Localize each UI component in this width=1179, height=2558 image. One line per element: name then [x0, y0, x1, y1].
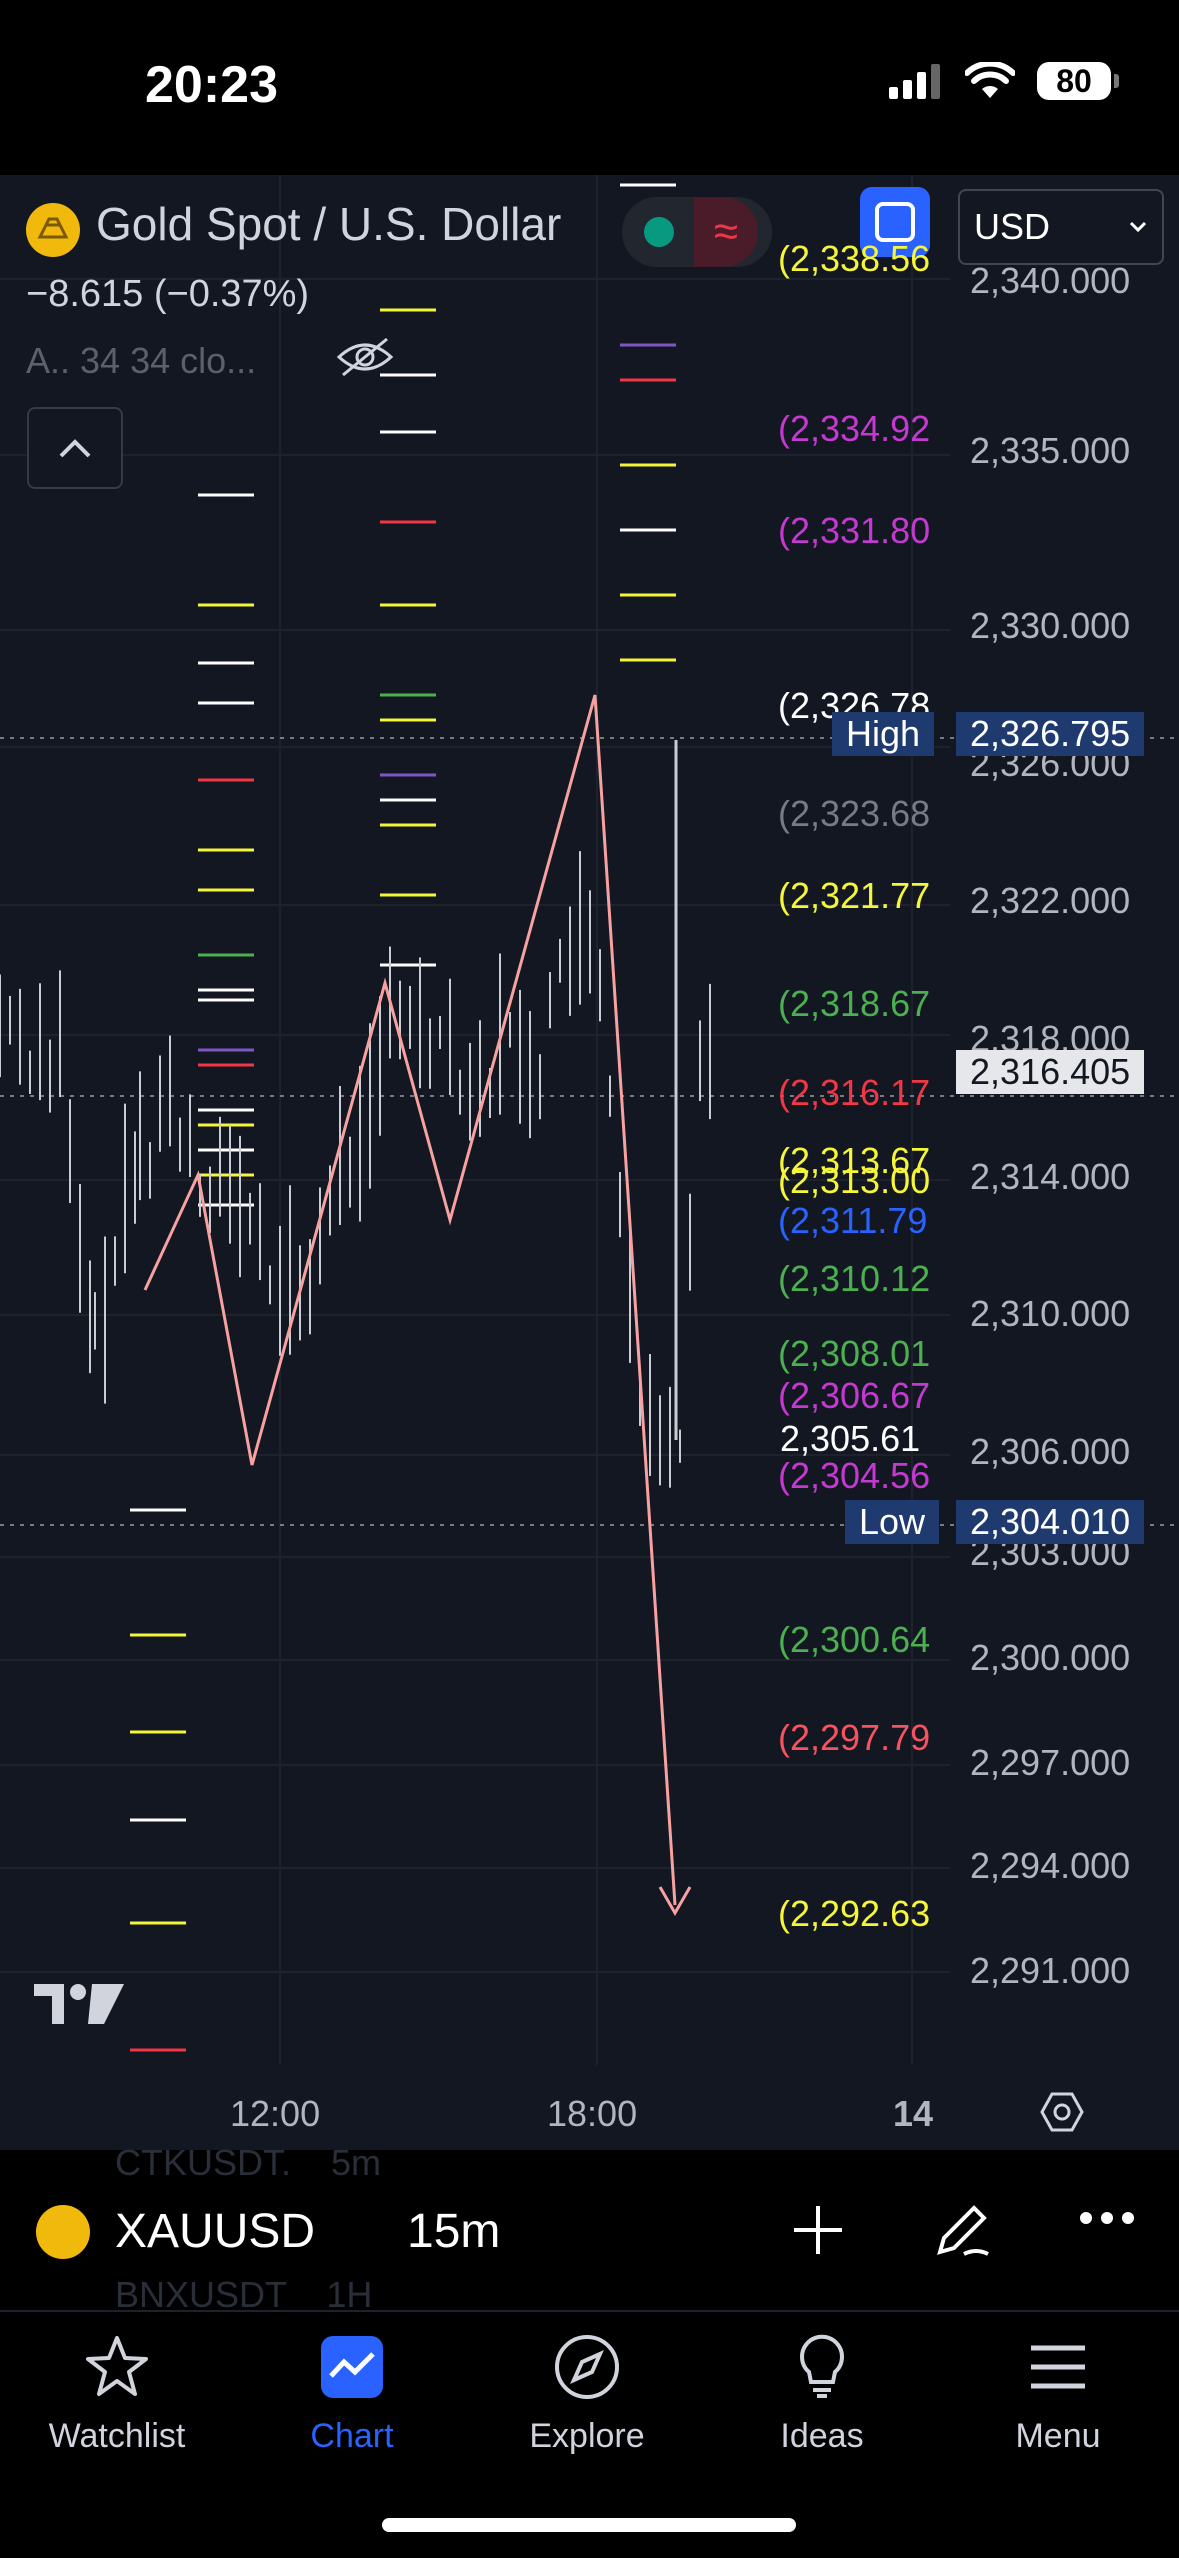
level-label: (2,321.77 — [778, 875, 931, 916]
hamburger-icon — [1031, 2345, 1085, 2389]
level-marks — [130, 183, 676, 2052]
nav-chart[interactable]: Chart — [252, 2332, 452, 2456]
compass-icon — [555, 2335, 619, 2399]
price-tick: 2,310.000 — [970, 1293, 1131, 1334]
price-tick: 2,335.000 — [970, 430, 1131, 471]
level-label: (2,316.17 — [778, 1072, 931, 1113]
nav-label: Watchlist — [48, 2417, 186, 2455]
level-label: (2,331.80 — [778, 510, 931, 551]
nav-label: Menu — [1015, 2417, 1101, 2455]
battery-icon: 80 — [1037, 62, 1119, 100]
more-icon[interactable] — [1078, 2210, 1136, 2231]
level-label: 2,305.61 — [780, 1418, 921, 1459]
level-label: (2,308.01 — [778, 1333, 931, 1374]
nav-label: Explore — [529, 2417, 645, 2455]
price-tick: 2,330.000 — [970, 605, 1131, 646]
price-tick: 2,297.000 — [970, 1742, 1131, 1783]
level-label: (2,323.68 — [778, 793, 931, 834]
level-label: (2,334.92 — [778, 408, 931, 449]
price-tick: 2,314.000 — [970, 1156, 1131, 1197]
time-tick: 18:00 — [547, 2093, 638, 2134]
level-label: (2,297.79 — [778, 1717, 931, 1758]
currency-value: USD — [974, 206, 1051, 247]
star-icon — [86, 2336, 148, 2396]
nav-explore[interactable]: Explore — [487, 2332, 687, 2456]
nav-watchlist[interactable]: Watchlist — [17, 2332, 217, 2456]
currency-select[interactable]: USD — [958, 189, 1164, 265]
candlesticks — [0, 740, 711, 1488]
draw-icon[interactable] — [930, 2198, 994, 2267]
add-icon[interactable] — [790, 2202, 846, 2263]
interval-selector[interactable]: 15m — [407, 2204, 500, 2259]
chart-icon — [321, 2336, 383, 2398]
lightbulb-icon — [800, 2334, 844, 2398]
tradingview-logo-icon — [34, 1980, 126, 2033]
ghost-symbol-top: CTKUSDT. 5m — [115, 2142, 382, 2183]
zigzag-segment — [143, 694, 677, 1906]
symbol-bar: CTKUSDT. 5m BNXUSDT 1H XAUUSD 15m — [0, 2142, 1179, 2315]
time-tick: 14 — [893, 2093, 934, 2134]
level-label: (2,300.64 — [778, 1619, 931, 1660]
level-label: (2,310.12 — [778, 1258, 931, 1299]
indicator-legend[interactable]: A.. 34 34 clo... — [26, 340, 256, 382]
chevron-up-icon — [59, 439, 91, 458]
green-dot-icon — [644, 217, 674, 247]
price-tick: 2,306.000 — [970, 1431, 1131, 1472]
signal-icon — [889, 64, 940, 99]
high-badge-label: High — [832, 712, 935, 756]
level-label: (2,313.00 — [778, 1160, 931, 1201]
nav-menu[interactable]: Menu — [958, 2332, 1158, 2456]
time-tick: 12:00 — [230, 2093, 321, 2134]
gold-logo-icon — [36, 2205, 90, 2259]
nav-label: Ideas — [780, 2417, 864, 2455]
level-label: (2,318.67 — [778, 983, 931, 1024]
status-icons: 80 — [889, 62, 1119, 100]
current-price-badge: 2,316.405 — [956, 1050, 1145, 1094]
battery-level: 80 — [1037, 62, 1111, 100]
wifi-icon — [965, 62, 1015, 98]
price-tick: 2,291.000 — [970, 1950, 1131, 1991]
price-tick: 2,322.000 — [970, 880, 1131, 921]
level-label: (2,292.63 — [778, 1893, 931, 1934]
zigzag-line — [143, 694, 692, 1917]
price-tick: 2,300.000 — [970, 1637, 1131, 1678]
chart-area[interactable]: Gold Spot / U.S. Dollar −8.615 (−0.37%) … — [0, 175, 1179, 2150]
hide-indicator-icon[interactable] — [335, 335, 395, 384]
wave-icon: ≈ — [694, 197, 758, 267]
indicator-toggle[interactable]: ≈ — [622, 197, 772, 267]
level-label: (2,304.56 — [778, 1455, 931, 1496]
clock: 20:23 — [145, 56, 278, 114]
level-label: (2,311.79 — [778, 1200, 928, 1241]
chevron-down-icon — [1129, 221, 1147, 233]
collapse-legend-button[interactable] — [27, 407, 123, 489]
low-badge-label: Low — [845, 1500, 940, 1544]
level-label: (2,306.67 — [778, 1375, 931, 1416]
nav-ideas[interactable]: Ideas — [722, 2332, 922, 2456]
symbol-title[interactable]: Gold Spot / U.S. Dollar — [96, 197, 561, 251]
price-tick: 2,340.000 — [970, 260, 1131, 301]
home-indicator — [382, 2518, 796, 2532]
low-badge-value: 2,304.010 — [956, 1500, 1145, 1544]
status-bar: 20:23 80 — [0, 0, 1179, 175]
level-label: (2,338.56 — [778, 238, 931, 279]
price-tick: 2,294.000 — [970, 1845, 1131, 1886]
high-badge-value: 2,326.795 — [956, 712, 1145, 756]
gold-logo-icon — [26, 203, 80, 257]
chart-settings-icon[interactable] — [1038, 2088, 1086, 2141]
symbol-name[interactable]: XAUUSD — [115, 2204, 315, 2259]
nav-label: Chart — [310, 2417, 394, 2455]
price-change: −8.615 (−0.37%) — [26, 273, 310, 315]
